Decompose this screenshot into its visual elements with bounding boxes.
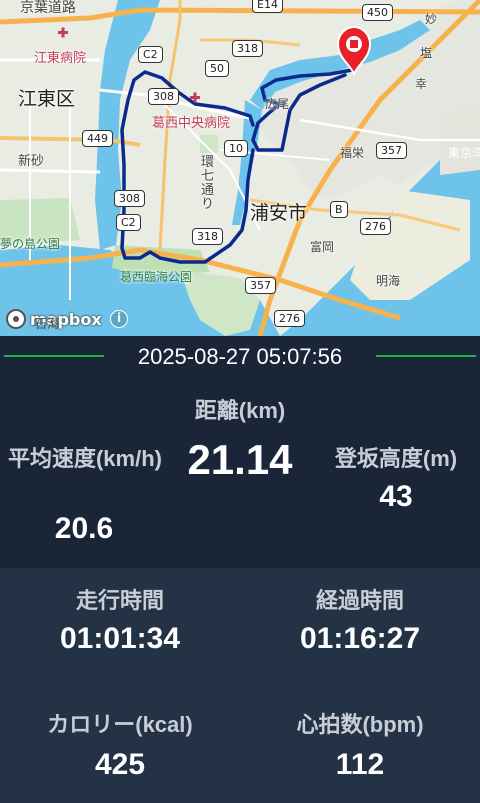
route-badge: 10: [224, 140, 248, 157]
moving-time-value: 01:01:34: [59, 622, 181, 655]
elapsed-time-value: 01:16:27: [299, 622, 421, 655]
map-label-overlay: 石海: [34, 317, 61, 332]
elapsed-time-label: 経過時間: [315, 588, 404, 613]
elevation-label: 登坂高度(m): [334, 446, 458, 471]
map-label-fukuei: 福栄: [340, 146, 365, 160]
map-label-urayasu: 浦安市: [250, 202, 308, 224]
avg-speed-label: 平均速度(km/h): [7, 446, 162, 471]
route-badge: 50: [205, 60, 229, 77]
map-label-shiomi: 塩: [420, 46, 433, 60]
date-header: 2025-08-27 05:07:56: [0, 336, 480, 380]
route-badge: E14: [252, 0, 283, 13]
distance-value: 21.14: [187, 436, 293, 483]
map-label-hiroo: 広尾: [265, 97, 290, 111]
map-label-myo: 妙: [425, 12, 438, 26]
map-label-akemi: 明海: [376, 274, 401, 288]
mapbox-icon: [6, 309, 26, 329]
calories-value: 425: [94, 748, 146, 781]
route-badge: 357: [245, 277, 276, 294]
map-label-shinsuna: 新砂: [18, 154, 45, 169]
route-badge: C2: [138, 46, 163, 63]
route-badge: B: [330, 201, 348, 218]
elevation-value: 43: [379, 480, 413, 513]
stats-secondary-panel: 走行時間 01:01:34 経過時間 01:16:27 カロリー(kcal) 4…: [0, 568, 480, 803]
map-label-saiwai: 幸: [415, 77, 428, 91]
map-label-kanshichi: 環七通り: [201, 155, 215, 212]
route-badge: 308: [148, 88, 179, 105]
map-label-koto-ku: 江東区: [18, 88, 76, 110]
map-label-tomioka: 富岡: [310, 240, 335, 254]
map-label-kasai-hospital: 葛西中央病院: [152, 116, 231, 131]
map-label-tokyo-bay: 東京湾: [448, 146, 480, 160]
route-badge: C2: [116, 214, 141, 231]
route-map[interactable]: 京葉道路 江東病院 江東区 葛西中央病院 新砂 環七通り 浦安市 広尾 福栄 富…: [0, 0, 480, 336]
route-badge: 308: [114, 190, 145, 207]
map-label-kasai-park: 葛西臨海公園: [120, 270, 193, 284]
route-badge: 276: [360, 218, 391, 235]
route-badge: 318: [232, 40, 263, 57]
heart-rate-label: 心拍数(bpm): [296, 712, 424, 737]
heart-rate-value: 112: [335, 748, 385, 781]
route-badge: 276: [274, 310, 305, 327]
route-badge: 357: [376, 142, 407, 159]
avg-speed-value: 20.6: [54, 512, 114, 545]
stats-primary-panel: 距離(km) 21.14 平均速度(km/h) 20.6 登坂高度(m) 43: [0, 380, 480, 568]
divider-right: [376, 355, 476, 357]
moving-time-label: 走行時間: [75, 588, 164, 613]
map-label-yumenoshima: 夢の島公園: [0, 237, 61, 251]
info-icon[interactable]: i: [110, 310, 128, 328]
route-badge: 318: [192, 228, 223, 245]
calories-label: カロリー(kcal): [47, 712, 193, 737]
route-badge: 449: [82, 130, 113, 147]
map-label-koto-hospital: 江東病院: [34, 51, 87, 66]
distance-label: 距離(km): [194, 398, 286, 423]
route-badge: 450: [362, 4, 393, 21]
recorded-at: 2025-08-27 05:07:56: [137, 344, 343, 369]
map-label-keiyo: 京葉道路: [20, 0, 76, 16]
